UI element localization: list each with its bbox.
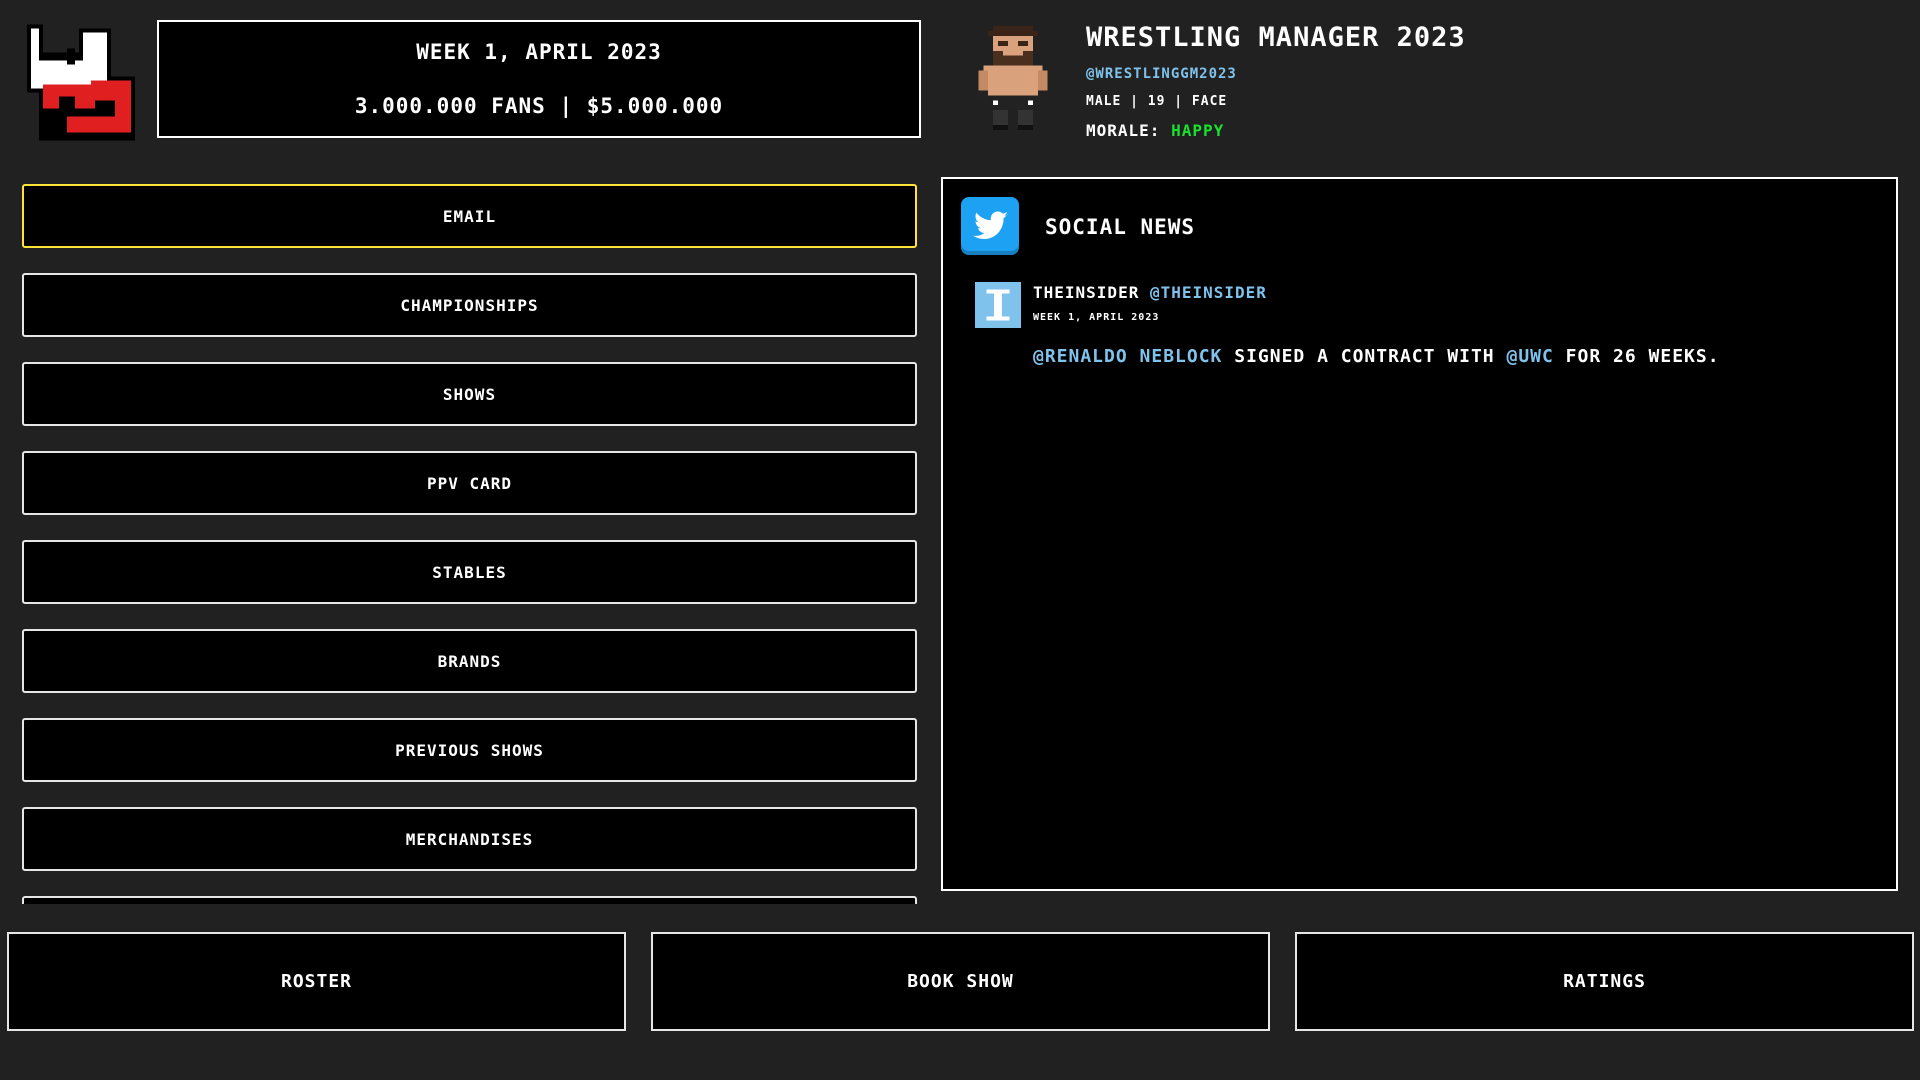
profile-handle: @WRESTLINGGM2023 [1086, 66, 1237, 82]
post-mention-promotion[interactable]: @UWC [1506, 346, 1553, 367]
morale-row: MORALE: HAPPY [1086, 121, 1686, 140]
post-text-1: SIGNED A CONTRACT WITH [1222, 346, 1507, 367]
menu-championships-button[interactable]: CHAMPIONSHIPS [22, 273, 917, 337]
morale-value: HAPPY [1171, 121, 1225, 140]
wrestler-avatar-icon [978, 26, 1048, 130]
post-text-2: FOR 26 WEEKS. [1553, 346, 1720, 367]
menu-previous-shows-button[interactable]: PREVIOUS SHOWS [22, 718, 917, 782]
menu-brands-button[interactable]: BRANDS [22, 629, 917, 693]
menu-ppv-card-button[interactable]: PPV CARD [22, 451, 917, 515]
twitter-bird-icon [961, 197, 1019, 255]
post-body: @RENALDO NEBLOCK SIGNED A CONTRACT WITH … [1033, 345, 1813, 369]
menu-shows-button[interactable]: SHOWS [22, 362, 917, 426]
roster-button[interactable]: ROSTER [7, 932, 626, 1031]
post-mention-wrestler[interactable]: @RENALDO NEBLOCK [1033, 346, 1222, 367]
profile-info: WRESTLING MANAGER 2023 @WRESTLINGGM2023 … [1086, 20, 1686, 140]
game-logo-icon [27, 24, 135, 141]
book-show-button[interactable]: BOOK SHOW [651, 932, 1270, 1031]
profile-meta: MALE | 19 | FACE [1086, 94, 1228, 109]
morale-label: MORALE: [1086, 121, 1161, 140]
menu-stables-button[interactable]: STABLES [22, 540, 917, 604]
post-author: THEINSIDER @THEINSIDER [1033, 283, 1267, 302]
main-menu[interactable]: EMAIL CHAMPIONSHIPS SHOWS PPV CARD STABL… [22, 184, 917, 904]
post-author-name: THEINSIDER [1033, 283, 1140, 302]
post-author-handle: @THEINSIDER [1149, 283, 1267, 302]
fans-money-stats: 3.000.000 FANS | $5.000.000 [354, 94, 724, 118]
ratings-button[interactable]: RATINGS [1295, 932, 1914, 1031]
menu-next-button-partial[interactable] [22, 896, 917, 904]
current-date: WEEK 1, APRIL 2023 [416, 40, 662, 64]
social-news-panel: SOCIAL NEWS THEINSIDER @THEINSIDER WEEK … [941, 177, 1898, 891]
menu-email-button[interactable]: EMAIL [22, 184, 917, 248]
status-panel: WEEK 1, APRIL 2023 3.000.000 FANS | $5.0… [157, 20, 921, 138]
profile-name: WRESTLING MANAGER 2023 [1086, 22, 1466, 53]
menu-merchandises-button[interactable]: MERCHANDISES [22, 807, 917, 871]
post-date: WEEK 1, APRIL 2023 [1033, 312, 1160, 323]
insider-i-icon [975, 282, 1021, 328]
social-news-title: SOCIAL NEWS [1045, 215, 1196, 239]
